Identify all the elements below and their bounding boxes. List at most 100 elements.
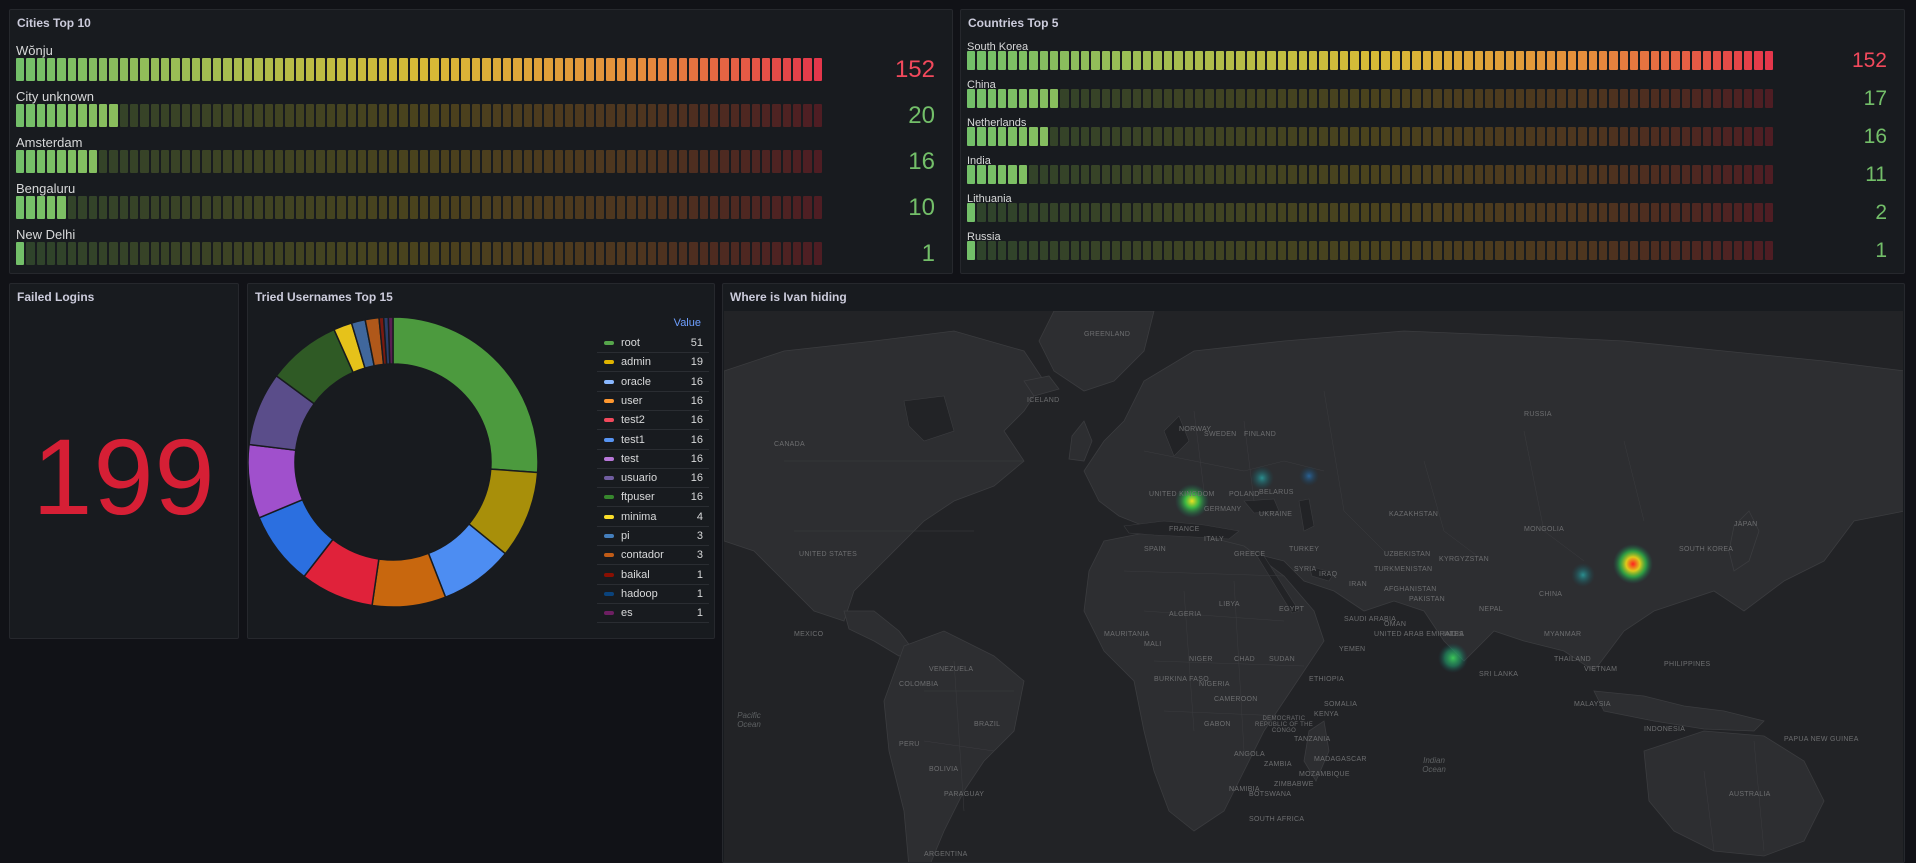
gauge-segment — [967, 241, 976, 260]
gauge-segment — [451, 150, 460, 173]
legend-item[interactable]: usuario 16 — [597, 469, 709, 489]
map-country-label: SOMALIA — [1324, 701, 1358, 708]
gauge-segment — [1246, 165, 1256, 184]
legend-label: hadoop — [621, 587, 658, 600]
legend-item[interactable]: user 16 — [597, 392, 709, 411]
panel-title[interactable]: Countries Top 5 — [968, 16, 1058, 30]
gauge-segment — [254, 196, 263, 219]
gauge-segment — [67, 196, 77, 219]
gauge-segment — [1029, 203, 1038, 222]
gauge-segment — [761, 150, 771, 173]
legend-label: test1 — [621, 433, 645, 446]
gauge-segment — [1702, 241, 1711, 260]
gauge-segment — [1205, 241, 1214, 260]
gauge-segment — [264, 150, 273, 173]
gauge-value: 20 — [908, 102, 935, 129]
gauge-value: 17 — [1863, 87, 1887, 110]
legend-item[interactable]: test2 16 — [597, 411, 709, 431]
gauge-segment — [1433, 165, 1442, 184]
gauge-segment — [1236, 127, 1245, 146]
map-country-label: UZBEKISTAN — [1384, 551, 1431, 558]
gauge-segment — [26, 196, 35, 219]
gauge-segment — [1205, 51, 1214, 70]
gauge-segment — [347, 242, 356, 265]
gauge-segment — [1516, 89, 1525, 108]
gauge-row: New Delhi 1 — [10, 227, 952, 273]
legend-item[interactable]: minima 4 — [597, 508, 709, 527]
legend-item[interactable]: contador 3 — [597, 546, 709, 566]
gauge-segment — [1101, 203, 1111, 222]
gauge-segment — [150, 196, 160, 219]
gauge-segment — [1588, 89, 1597, 108]
gauge-bar — [16, 196, 823, 219]
gauge-row: Wŏnju 152 — [10, 43, 952, 89]
usernames-panel: Tried Usernames Top 15 Value root 51 admin… — [247, 283, 715, 639]
gauge-segment — [57, 242, 66, 265]
legend-item[interactable]: es 1 — [597, 604, 709, 624]
gauge-segment — [243, 196, 253, 219]
gauge-segment — [67, 104, 77, 127]
gauge-segment — [606, 242, 615, 265]
gauge-segment — [357, 196, 367, 219]
gauge-segment — [761, 242, 771, 265]
gauge-segment — [1650, 241, 1660, 260]
legend-item[interactable]: test1 16 — [597, 431, 709, 450]
gauge-segment — [1619, 241, 1628, 260]
gauge-segment — [1163, 165, 1173, 184]
map-country-label: TURKEY — [1289, 546, 1320, 553]
legend-item[interactable]: ftpuser 16 — [597, 488, 709, 508]
gauge-segment — [606, 150, 615, 173]
gauge-segment — [1267, 51, 1276, 70]
gauge-segment — [295, 58, 305, 81]
donut-slice-root[interactable] — [392, 316, 539, 474]
gauge-segment — [1402, 89, 1411, 108]
gauge-value: 1 — [921, 240, 935, 267]
gauge-segment — [471, 58, 481, 81]
gauge-segment — [533, 104, 543, 127]
panel-title[interactable]: Failed Logins — [17, 290, 94, 304]
gauge-segment — [119, 242, 128, 265]
panel-title[interactable]: Where is Ivan hiding — [730, 290, 847, 304]
legend-item[interactable]: baikal 1 — [597, 566, 709, 585]
gauge-segment — [181, 104, 191, 127]
gauge-segment — [1692, 203, 1701, 222]
panel-title[interactable]: Tried Usernames Top 15 — [255, 290, 393, 304]
gauge-segment — [16, 242, 25, 265]
map-country-label: MEXICO — [794, 631, 824, 638]
donut-slice-es[interactable] — [387, 316, 394, 365]
gauge-segment — [1122, 51, 1131, 70]
legend-item[interactable]: root 51 — [597, 334, 709, 353]
gauge-segment — [482, 58, 491, 81]
gauge-segment — [1474, 89, 1483, 108]
gauge-segment — [274, 58, 284, 81]
gauge-segment — [430, 242, 439, 265]
gauge-segment — [88, 150, 97, 173]
gauge-segment — [1712, 241, 1722, 260]
map-country-label: KYRGYZSTAN — [1439, 556, 1489, 563]
map-country-label: JAPAN — [1734, 521, 1758, 528]
gauge-segment — [668, 104, 677, 127]
world-map[interactable]: RUSSIA CANADA UNITED STATES MEXICO GREENLAND… — [724, 311, 1903, 862]
panel-title[interactable]: Cities Top 10 — [17, 16, 91, 30]
gauge-segment — [627, 150, 636, 173]
gauge-segment — [1733, 51, 1742, 70]
gauge-segment — [1112, 51, 1121, 70]
gauge-segment — [523, 58, 532, 81]
gauge-segment — [482, 104, 491, 127]
gauge-segment — [710, 104, 719, 127]
gauge-segment — [1360, 89, 1370, 108]
legend-item[interactable]: oracle 16 — [597, 373, 709, 392]
legend-header-value[interactable]: Value — [674, 317, 701, 329]
legend-item[interactable]: test 16 — [597, 450, 709, 469]
gauge-segment — [1329, 165, 1338, 184]
legend-item[interactable]: hadoop 1 — [597, 585, 709, 604]
gauge-segment — [1536, 241, 1546, 260]
gauge-segment — [554, 196, 564, 219]
gauge-segment — [1640, 241, 1649, 260]
legend-item[interactable]: admin 19 — [597, 353, 709, 373]
landmass-indonesia — [1593, 690, 1765, 732]
legend-item[interactable]: pi 3 — [597, 527, 709, 546]
gauge-segment — [1329, 51, 1338, 70]
gauge-segment — [1267, 89, 1276, 108]
legend-value: 1 — [696, 607, 703, 620]
